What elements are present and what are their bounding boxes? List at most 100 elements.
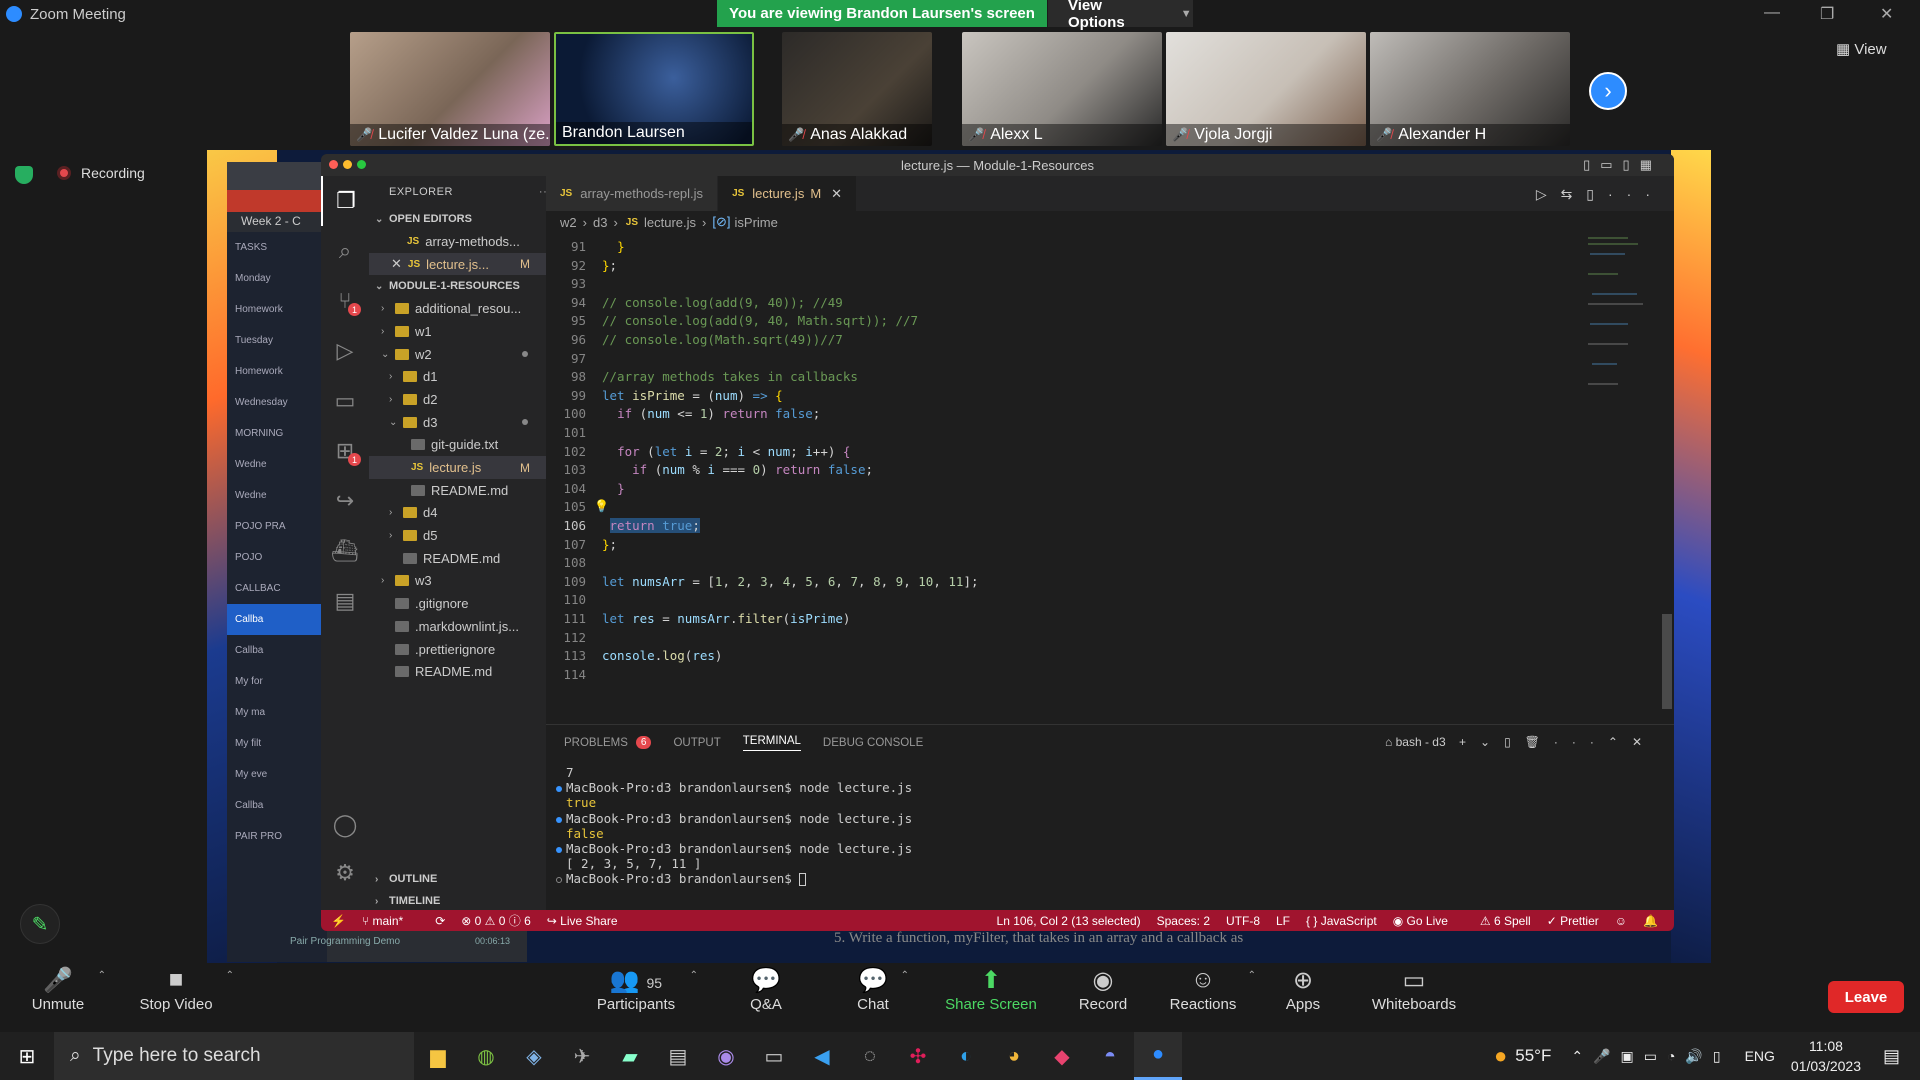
notifications-icon[interactable]: ▤ (1883, 1046, 1900, 1067)
task-item[interactable]: Tuesday (227, 325, 327, 356)
tree-file[interactable]: .gitignore (369, 592, 546, 615)
remote-icon[interactable]: ⚡ (331, 914, 346, 928)
code-line[interactable]: let res = numsArr.filter(isPrime) (602, 611, 850, 626)
run-debug-icon[interactable]: ▷ (321, 326, 369, 376)
chat-button[interactable]: 💬 Chat ⌃ (855, 966, 909, 1013)
code-line[interactable]: console.log(res) (602, 648, 722, 663)
code-editor[interactable]: 91 } 92}; 93 94 // console.log(add(9, 40)); … (546, 233, 1654, 723)
task-item[interactable]: Callba (227, 635, 327, 666)
participants-button[interactable]: 👥 95 Participants ⌃ (592, 966, 698, 1013)
tree-folder[interactable]: › d5 (369, 524, 546, 547)
account-icon[interactable]: ◯ (321, 800, 369, 850)
edge-icon[interactable]: ◐ (942, 1032, 990, 1080)
unmute-button[interactable]: 🎤 Unmute ⌃ (28, 966, 106, 1013)
minimap[interactable] (1586, 233, 1656, 393)
bell-icon[interactable]: 🔔 (1643, 914, 1658, 928)
app-icon[interactable]: ✈ (558, 1032, 606, 1080)
open-editor-item[interactable]: ✕ JS lecture.js... M (369, 252, 546, 276)
task-item[interactable]: Monday (227, 263, 327, 294)
live-share-indicator[interactable]: ↪ Live Share (547, 914, 634, 928)
code-line[interactable]: // console.log(add(9, 40, Math.sqrt)); /… (602, 313, 918, 328)
task-item[interactable]: PAIR PRO (227, 821, 327, 852)
task-item[interactable]: POJO (227, 542, 327, 573)
search-icon[interactable]: ⌕ (321, 226, 369, 276)
tree-file[interactable]: .markdownlint.js... (369, 615, 546, 638)
cursor-position[interactable]: Ln 106, Col 2 (13 selected) (997, 914, 1141, 928)
tree-folder[interactable]: ⌄ d3 (369, 411, 546, 434)
extensions-icon[interactable]: ⊞ 1 (321, 426, 369, 476)
sync-icon[interactable]: ⟳ (435, 914, 445, 928)
tab-lecture[interactable]: JS lecture.js M ✕ (718, 176, 858, 211)
go-live-button[interactable]: ◉ Go Live (1393, 914, 1464, 928)
app-icon[interactable]: ◉ (702, 1032, 750, 1080)
timeline-section[interactable]: › TIMELINE (369, 890, 546, 912)
leave-button[interactable]: Leave (1828, 981, 1904, 1013)
tab-debug-console[interactable]: DEBUG CONSOLE (823, 737, 923, 749)
zoom-traffic-icon[interactable] (357, 160, 366, 169)
breadcrumb-item[interactable]: w2 (560, 215, 577, 230)
stop-video-button[interactable]: ■ Stop Video ⌃ (136, 966, 234, 1013)
tree-file[interactable]: .prettierignore (369, 638, 546, 661)
terminal-actions[interactable]: ⌂ bash - d3 +⌄▯🗑···⌃✕ (1385, 735, 1656, 749)
notebook-icon[interactable]: ▤ (321, 576, 369, 626)
tree-folder[interactable]: › d1 (369, 365, 546, 388)
code-line[interactable]: } (602, 481, 625, 496)
annotate-pencil-icon[interactable]: ✎ (20, 904, 60, 944)
task-item[interactable]: Wedne (227, 480, 327, 511)
tray-icons[interactable]: ⌃🎤▣▭◔🔊▯ (1571, 1048, 1730, 1065)
whiteboards-button[interactable]: ▭ Whiteboards (1370, 966, 1458, 1013)
close-tab-icon[interactable]: ✕ (831, 186, 842, 202)
task-item[interactable]: Homework (227, 294, 327, 325)
tree-file[interactable]: git-guide.txt (369, 434, 546, 457)
participant-tile[interactable]: 🎤̸ Alexx L (962, 32, 1162, 146)
tree-folder[interactable]: › w3 (369, 570, 546, 593)
breadcrumb-item[interactable]: lecture.js (644, 215, 696, 230)
code-line[interactable]: if (num % i === 0) return false; (602, 462, 873, 477)
breadcrumb-item[interactable]: d3 (593, 215, 607, 230)
breadcrumb-item[interactable]: isPrime (735, 215, 778, 230)
code-line[interactable]: let isPrime = (num) => { (602, 388, 783, 403)
task-item[interactable]: POJO PRA (227, 511, 327, 542)
eol[interactable]: LF (1276, 914, 1290, 928)
app-icon[interactable]: ◈ (510, 1032, 558, 1080)
live-share-icon[interactable]: ↪ (321, 476, 369, 526)
task-item[interactable]: Homework (227, 356, 327, 387)
language-indicator[interactable]: ENG (1745, 1048, 1775, 1064)
app-icon[interactable]: ◆ (1038, 1032, 1086, 1080)
tab-problems[interactable]: PROBLEMS 6 (564, 736, 652, 749)
language-mode[interactable]: { } JavaScript (1306, 914, 1377, 928)
weather-temp[interactable]: 55°F (1515, 1046, 1551, 1066)
tab-terminal[interactable]: TERMINAL (742, 735, 801, 751)
apps-button[interactable]: ⊕ Apps (1283, 966, 1323, 1013)
encoding[interactable]: UTF-8 (1226, 914, 1260, 928)
recording-indicator[interactable]: Recording (57, 165, 145, 181)
code-line[interactable]: }; (602, 537, 617, 552)
view-options-button[interactable]: View Options ▼ (1048, 0, 1193, 31)
task-item[interactable]: Wedne (227, 449, 327, 480)
indentation[interactable]: Spaces: 2 (1157, 914, 1210, 928)
minimize-icon[interactable]: — (1764, 4, 1780, 22)
tab-array-methods[interactable]: JS array-methods-repl.js (546, 176, 719, 211)
branch-indicator[interactable]: ⑂ main* (362, 914, 419, 928)
code-line[interactable]: if (num <= 1) return false; (602, 406, 820, 421)
tree-file[interactable]: README.md (369, 660, 546, 683)
windows-start-icon[interactable]: ⊞ (0, 1032, 54, 1080)
weather-icon[interactable]: ● (1494, 1043, 1507, 1069)
editor-scrollbar[interactable] (1662, 614, 1672, 709)
app-icon[interactable]: ◌ (846, 1032, 894, 1080)
participant-tile[interactable]: 🎤̸ Vjola Jorgji (1166, 32, 1366, 146)
outline-section[interactable]: › OUTLINE (369, 868, 546, 890)
file-explorer-icon[interactable]: ▆ (414, 1032, 462, 1080)
spell-indicator[interactable]: ⚠ 6 Spell (1480, 914, 1531, 928)
chrome-icon[interactable]: ◕ (990, 1032, 1038, 1080)
open-editor-item[interactable]: JS array-methods... (369, 230, 546, 253)
taskbar-search[interactable]: ⌕ Type here to search (54, 1032, 414, 1080)
task-item[interactable]: MORNING (227, 418, 327, 449)
view-button[interactable]: ▦ View (1836, 40, 1887, 58)
open-editors-section[interactable]: ⌄ OPEN EDITORS (369, 208, 546, 230)
record-button[interactable]: ◉ Record (1078, 966, 1128, 1013)
code-line[interactable]: }; (602, 258, 617, 273)
tree-folder[interactable]: › d2 (369, 388, 546, 411)
app-icon[interactable]: ▰ (606, 1032, 654, 1080)
clock[interactable]: 11:08 01/03/2023 (1791, 1036, 1861, 1076)
